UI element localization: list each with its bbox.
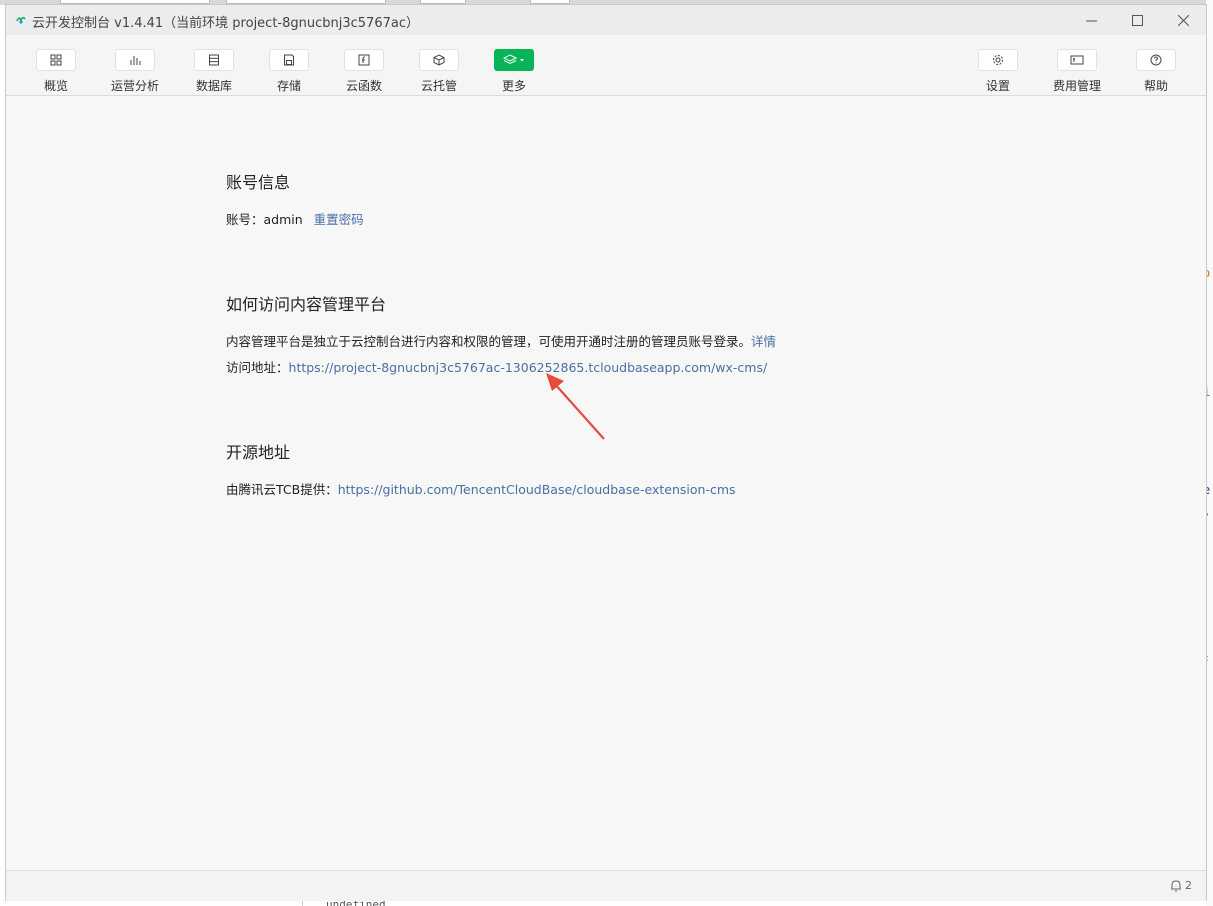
account-section-title: 账号信息 (226, 173, 291, 192)
opensource-url-link[interactable]: https://github.com/TencentCloudBase/clou… (338, 482, 736, 497)
settings-button[interactable] (978, 49, 1018, 71)
toolbar-label: 帮助 (1143, 79, 1168, 93)
access-url-line: 访问地址：https://project-8gnucbnj3c5767ac-13… (226, 357, 767, 376)
gear-icon (993, 55, 1003, 65)
database-button[interactable] (194, 49, 234, 71)
toolbar-analytics[interactable]: 运营分析 (100, 49, 170, 94)
layers-icon (503, 54, 524, 65)
toolbar-label: 云托管 (420, 79, 457, 93)
account-value: admin (263, 212, 303, 227)
toolbar-more[interactable]: 更多 (479, 49, 549, 94)
account-line: 账号：admin 重置密码 (226, 209, 364, 228)
toolbar-label: 更多 (501, 79, 526, 93)
close-icon (1177, 14, 1189, 26)
overview-button[interactable] (36, 49, 76, 71)
toolbar-label: 设置 (985, 79, 1010, 93)
grid-icon (50, 54, 62, 66)
main-toolbar: 概览 运营分析 数据库 存储 云函数 云托管 更多 设置 费用管理 帮助 (6, 35, 1206, 96)
toolbar-billing[interactable]: 费用管理 (1042, 49, 1112, 94)
storage-button[interactable] (269, 49, 309, 71)
maximize-icon (1131, 14, 1143, 26)
app-logo-icon (16, 16, 26, 24)
account-label: 账号： (226, 212, 264, 227)
title-bar[interactable]: 云开发控制台 v1.4.41（当前环境 project-8gnucbnj3c57… (6, 5, 1206, 35)
toolbar-database[interactable]: 数据库 (179, 49, 249, 94)
console-window: 云开发控制台 v1.4.41（当前环境 project-8gnucbnj3c57… (5, 4, 1207, 901)
analytics-button[interactable] (115, 49, 155, 71)
notification-count: 2 (1185, 879, 1192, 892)
minimize-icon (1085, 20, 1097, 21)
toolbar-label: 数据库 (195, 79, 232, 93)
opensource-line: 由腾讯云TCB提供：https://github.com/TencentClou… (226, 479, 736, 498)
annotation-arrow-icon (546, 373, 605, 440)
toolbar-settings[interactable]: 设置 (963, 49, 1033, 94)
hosting-button[interactable] (419, 49, 459, 71)
content-area: 账号信息 账号：admin 重置密码 如何访问内容管理平台 内容管理平台是独立于… (6, 97, 1206, 869)
minimize-button[interactable] (1068, 5, 1114, 35)
opensource-label: 由腾讯云TCB提供： (226, 482, 338, 497)
access-description: 内容管理平台是独立于云控制台进行内容和权限的管理，可使用开通时注册的管理员账号登… (226, 334, 752, 349)
bell-icon (1171, 880, 1181, 892)
toolbar-overview[interactable]: 概览 (21, 49, 91, 94)
access-section-title: 如何访问内容管理平台 (226, 295, 387, 314)
toolbar-label: 费用管理 (1052, 79, 1101, 93)
access-url-label: 访问地址： (226, 360, 289, 375)
cube-icon (433, 54, 445, 66)
opensource-section-title: 开源地址 (226, 443, 291, 462)
details-link[interactable]: 详情 (751, 334, 776, 349)
background-editor-edge (1206, 0, 1213, 906)
toolbar-functions[interactable]: 云函数 (329, 49, 399, 94)
functions-button[interactable] (344, 49, 384, 71)
billing-button[interactable] (1057, 49, 1097, 71)
toolbar-storage[interactable]: 存储 (254, 49, 324, 94)
close-button[interactable] (1160, 5, 1206, 35)
wallet-icon (1070, 55, 1084, 65)
toolbar-help[interactable]: 帮助 (1121, 49, 1191, 94)
access-description-line: 内容管理平台是独立于云控制台进行内容和权限的管理，可使用开通时注册的管理员账号登… (226, 331, 776, 350)
notifications[interactable]: 2 (1170, 879, 1192, 892)
status-bar: 2 (6, 870, 1206, 901)
toolbar-hosting[interactable]: 云托管 (404, 49, 474, 94)
help-button[interactable] (1136, 49, 1176, 71)
storage-icon (284, 54, 294, 66)
toolbar-label: 概览 (43, 79, 68, 93)
window-title: 云开发控制台 v1.4.41（当前环境 project-8gnucbnj3c57… (32, 16, 419, 31)
toolbar-label: 存储 (276, 79, 301, 93)
more-button[interactable] (494, 49, 534, 71)
database-icon (209, 54, 219, 66)
bar-chart-icon (130, 56, 141, 65)
help-icon (1150, 54, 1162, 66)
reset-password-link[interactable]: 重置密码 (314, 212, 364, 227)
maximize-button[interactable] (1114, 5, 1160, 35)
function-icon (358, 54, 370, 66)
toolbar-label: 云函数 (345, 79, 382, 93)
toolbar-label: 运营分析 (110, 79, 159, 93)
access-url-link[interactable]: https://project-8gnucbnj3c5767ac-1306252… (289, 360, 768, 375)
